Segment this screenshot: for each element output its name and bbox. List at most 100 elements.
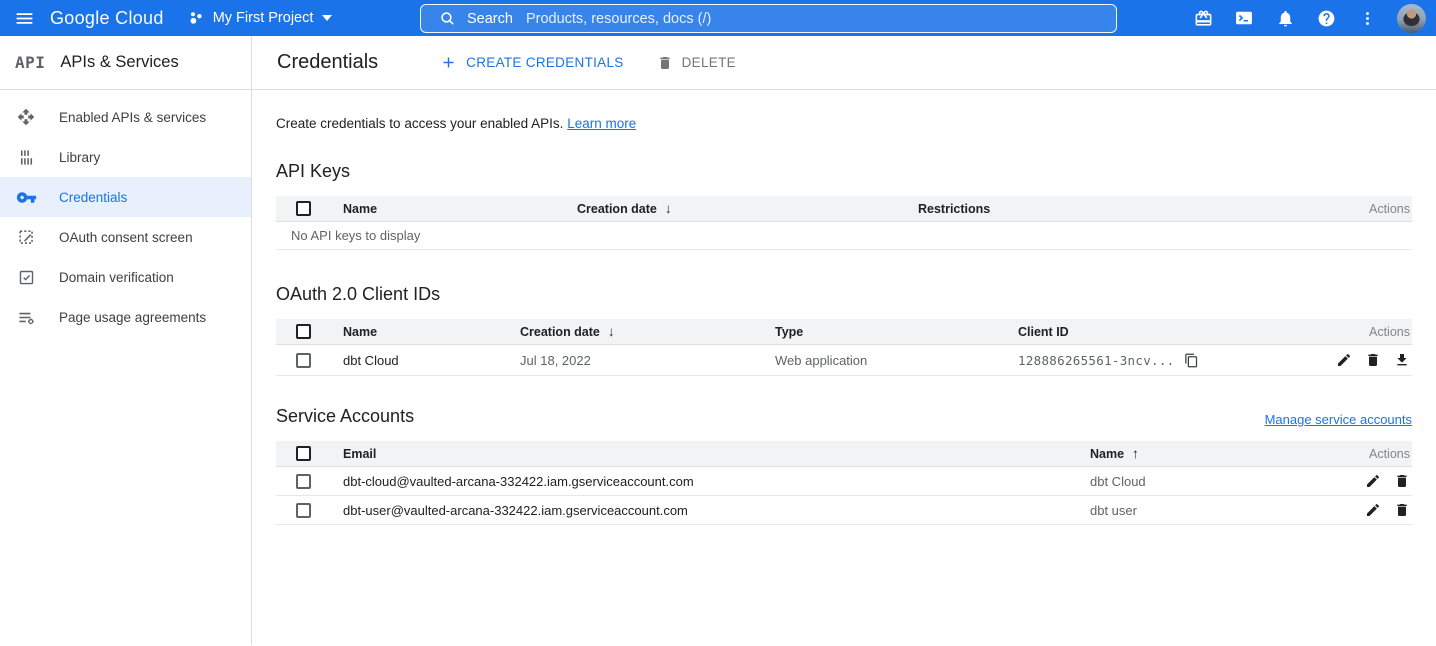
row-checkbox[interactable]: [296, 474, 311, 489]
edit-button[interactable]: [1365, 473, 1381, 489]
help-button[interactable]: [1308, 0, 1344, 36]
kebab-menu-icon: [1359, 10, 1376, 27]
sidebar-item-enabled-apis[interactable]: Enabled APIs & services: [0, 97, 251, 137]
plus-icon: [440, 54, 457, 71]
hamburger-icon: [14, 8, 35, 29]
service-account-name: dbt user: [1090, 503, 1302, 518]
main-content: Create credentials to access your enable…: [252, 90, 1436, 645]
intro-text: Create credentials to access your enable…: [276, 116, 1412, 131]
product-header: API APIs & Services: [0, 36, 252, 89]
api-keys-heading: API Keys: [276, 161, 1412, 182]
gift-icon: [1194, 9, 1213, 28]
subheader: API APIs & Services Credentials CREATE C…: [0, 36, 1436, 90]
topbar-actions: [1185, 0, 1426, 36]
delete-button[interactable]: DELETE: [657, 55, 736, 71]
domain-verification-icon: [15, 266, 37, 288]
create-credentials-button[interactable]: CREATE CREDENTIALS: [440, 54, 623, 71]
pencil-icon: [1365, 473, 1381, 489]
search-bar[interactable]: Search: [420, 4, 1117, 33]
trash-icon: [1365, 352, 1381, 368]
terminal-icon: [1234, 8, 1254, 28]
enabled-apis-icon: [15, 106, 37, 128]
select-all-checkbox[interactable]: [296, 324, 311, 339]
sidebar-item-library[interactable]: Library: [0, 137, 251, 177]
api-keys-table-header: Name Creation date↓ Restrictions Actions: [276, 196, 1412, 222]
search-label: Search: [467, 11, 513, 27]
page-usage-agreements-icon: [15, 306, 37, 328]
table-row: dbt-cloud@vaulted-arcana-332422.iam.gser…: [276, 467, 1412, 496]
col-header-type: Type: [775, 325, 1018, 339]
bell-icon: [1276, 9, 1295, 28]
sort-ascending-icon: ↑: [1132, 446, 1139, 461]
free-trial-gift-button[interactable]: [1185, 0, 1221, 36]
delete-row-button[interactable]: [1394, 502, 1410, 518]
oauth-consent-icon: [15, 226, 37, 248]
col-header-restrictions: Restrictions: [918, 202, 1302, 216]
sidebar-item-domain-verification[interactable]: Domain verification: [0, 257, 251, 297]
row-checkbox[interactable]: [296, 503, 311, 518]
download-icon: [1394, 352, 1410, 368]
sidebar-item-credentials[interactable]: Credentials: [0, 177, 251, 217]
sort-descending-icon: ↓: [608, 324, 615, 339]
select-all-checkbox[interactable]: [296, 201, 311, 216]
learn-more-link[interactable]: Learn more: [567, 116, 636, 131]
topbar: Google Cloud My First Project Search: [0, 0, 1436, 36]
delete-row-button[interactable]: [1394, 473, 1410, 489]
service-accounts-table: Email Name↑ Actions dbt-cloud@vaulted-ar…: [276, 441, 1412, 525]
table-row: dbt-user@vaulted-arcana-332422.iam.gserv…: [276, 496, 1412, 525]
gcp-console-page: Google Cloud My First Project Search: [0, 0, 1436, 646]
edit-button[interactable]: [1336, 352, 1352, 368]
menu-button[interactable]: [6, 0, 42, 36]
sidebar-item-oauth-consent[interactable]: OAuth consent screen: [0, 217, 251, 257]
table-row: dbt Cloud Jul 18, 2022 Web application 1…: [276, 345, 1412, 376]
sort-descending-icon: ↓: [665, 201, 672, 216]
oauth-client-date: Jul 18, 2022: [520, 353, 775, 368]
page-title: Credentials: [277, 51, 378, 74]
col-header-email: Email: [343, 447, 1090, 461]
oauth-table-header: Name Creation date↓ Type Client ID Actio…: [276, 319, 1412, 345]
service-account-email: dbt-user@vaulted-arcana-332422.iam.gserv…: [343, 503, 1090, 518]
more-options-button[interactable]: [1349, 0, 1385, 36]
oauth-clients-heading: OAuth 2.0 Client IDs: [276, 284, 1412, 305]
page-header: Credentials CREATE CREDENTIALS DELETE: [252, 36, 1436, 89]
product-title: APIs & Services: [60, 53, 178, 72]
select-all-checkbox[interactable]: [296, 446, 311, 461]
cloud-shell-button[interactable]: [1226, 0, 1262, 36]
sidebar-nav: Enabled APIs & services Library Credenti…: [0, 90, 252, 645]
download-button[interactable]: [1394, 352, 1410, 368]
col-header-name[interactable]: Name: [343, 325, 520, 339]
service-accounts-heading: Service Accounts: [276, 406, 414, 427]
col-header-name[interactable]: Name↑: [1090, 446, 1302, 461]
col-header-creation-date[interactable]: Creation date↓: [577, 201, 918, 216]
copy-client-id-button[interactable]: [1184, 353, 1199, 368]
search-input[interactable]: [526, 11, 1116, 27]
manage-service-accounts-link[interactable]: Manage service accounts: [1265, 412, 1412, 427]
oauth-clients-table: Name Creation date↓ Type Client ID Actio…: [276, 319, 1412, 376]
edit-button[interactable]: [1365, 502, 1381, 518]
pencil-icon: [1336, 352, 1352, 368]
client-id-value: 128886265561-3ncv...: [1018, 353, 1175, 368]
project-name: My First Project: [213, 10, 314, 26]
service-accounts-header: Service Accounts Manage service accounts: [276, 406, 1412, 427]
notifications-button[interactable]: [1267, 0, 1303, 36]
service-account-email: dbt-cloud@vaulted-arcana-332422.iam.gser…: [343, 474, 1090, 489]
google-cloud-logo: Google Cloud: [50, 8, 164, 29]
account-avatar[interactable]: [1397, 4, 1426, 33]
copy-icon: [1184, 353, 1199, 368]
project-switcher[interactable]: My First Project: [188, 10, 333, 26]
col-header-name[interactable]: Name: [343, 202, 577, 216]
service-accounts-table-header: Email Name↑ Actions: [276, 441, 1412, 467]
delete-row-button[interactable]: [1365, 352, 1381, 368]
sidebar-item-page-usage[interactable]: Page usage agreements: [0, 297, 251, 337]
api-product-icon: API: [15, 53, 45, 72]
col-header-creation-date[interactable]: Creation date↓: [520, 324, 775, 339]
help-icon: [1317, 9, 1336, 28]
col-header-actions: Actions: [1302, 447, 1412, 461]
project-icon: [188, 10, 204, 26]
oauth-client-name: dbt Cloud: [343, 353, 520, 368]
row-checkbox[interactable]: [296, 353, 311, 368]
col-header-actions: Actions: [1302, 325, 1412, 339]
col-header-client-id: Client ID: [1018, 325, 1302, 339]
api-keys-table: Name Creation date↓ Restrictions Actions…: [276, 196, 1412, 250]
library-icon: [15, 146, 37, 168]
